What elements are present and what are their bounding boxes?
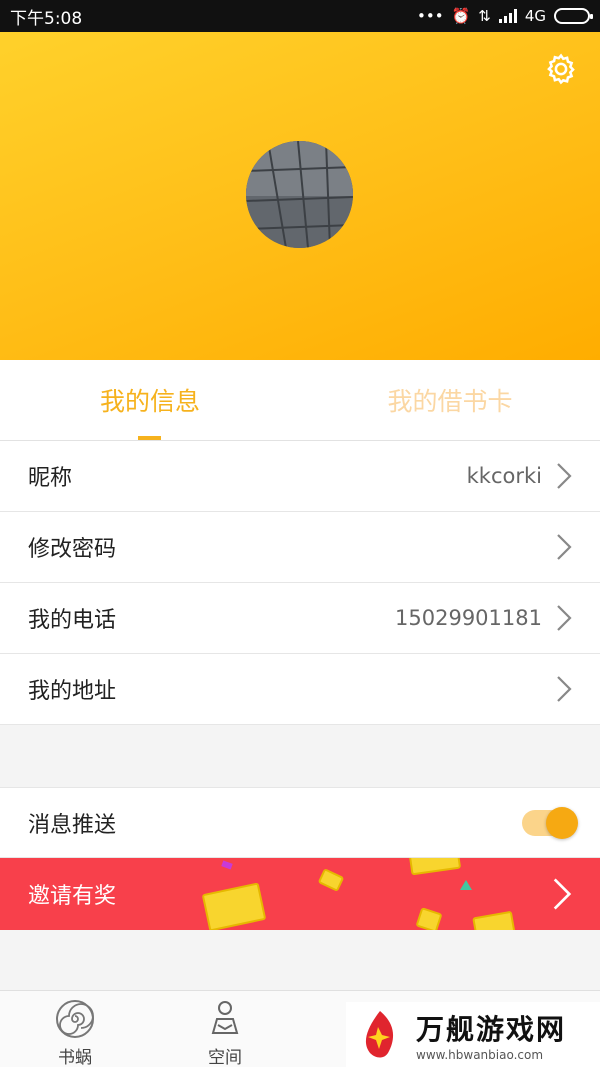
network-type: 4G: [524, 7, 546, 25]
decor-card: [408, 858, 462, 876]
watermark-title: 万舰游戏网: [416, 1012, 567, 1046]
push-notification-label: 消息推送: [28, 812, 117, 838]
watermark-url: www.hbwanbiao.com: [416, 1047, 544, 1062]
nickname-value: kkcorki: [466, 464, 542, 488]
push-notification-row: 消息推送: [0, 787, 600, 858]
person-reading-icon: [211, 1001, 239, 1034]
avatar-image: [246, 141, 353, 248]
change-password-row[interactable]: 修改密码: [0, 512, 600, 583]
status-icons: ••• ⏰ ⇅ 4G: [417, 7, 593, 25]
more-dots-icon: •••: [417, 7, 444, 25]
decor-card: [472, 910, 516, 930]
profile-header: [0, 32, 600, 360]
tab-my-library-card[interactable]: 我的借书卡: [300, 360, 600, 440]
chevron-right-icon: [553, 878, 572, 910]
settings-gear-icon[interactable]: [544, 52, 578, 86]
alarm-off-icon: ⏰: [451, 7, 471, 25]
address-label: 我的地址: [28, 679, 117, 704]
decor-card: [415, 907, 443, 930]
push-notification-toggle[interactable]: [522, 806, 578, 839]
decor-confetti: [221, 860, 233, 870]
invite-banner-label: 邀请有奖: [28, 884, 117, 909]
signal-icon: [498, 9, 517, 23]
nav-label-space: 空间: [208, 1048, 242, 1067]
chevron-right-icon: [557, 534, 572, 560]
battery-icon: [554, 8, 593, 24]
nav-label-shuwo: 书蜗: [58, 1048, 92, 1067]
site-watermark: 万舰游戏网 www.hbwanbiao.com: [346, 1002, 600, 1067]
chevron-right-icon: [557, 463, 572, 489]
active-tab-indicator: [138, 436, 161, 440]
phone-label: 我的电话: [28, 608, 117, 633]
profile-tabs: 我的信息 我的借书卡: [0, 360, 600, 441]
address-row[interactable]: 我的地址: [0, 654, 600, 725]
nav-item-shuwo[interactable]: 书蜗: [0, 991, 150, 1067]
change-password-label: 修改密码: [28, 537, 117, 562]
tab-my-info[interactable]: 我的信息: [0, 360, 300, 440]
data-transfer-icon: ⇅: [478, 7, 491, 25]
nickname-label: 昵称: [28, 466, 73, 491]
chevron-right-icon: [557, 676, 572, 702]
invite-banner[interactable]: 邀请有奖: [0, 858, 600, 930]
nav-item-space[interactable]: 空间: [150, 991, 300, 1067]
status-time: 下午5:08: [10, 8, 83, 29]
phone-row[interactable]: 我的电话 15029901181: [0, 583, 600, 654]
snail-icon: [56, 1000, 94, 1038]
avatar[interactable]: [246, 141, 353, 248]
watermark-logo-icon: [365, 1010, 394, 1057]
nickname-row[interactable]: 昵称 kkcorki: [0, 441, 600, 512]
status-bar: 下午5:08 ••• ⏰ ⇅ 4G: [0, 0, 600, 32]
chevron-right-icon: [557, 605, 572, 631]
toggle-knob: [546, 806, 578, 839]
phone-value: 15029901181: [395, 606, 542, 630]
